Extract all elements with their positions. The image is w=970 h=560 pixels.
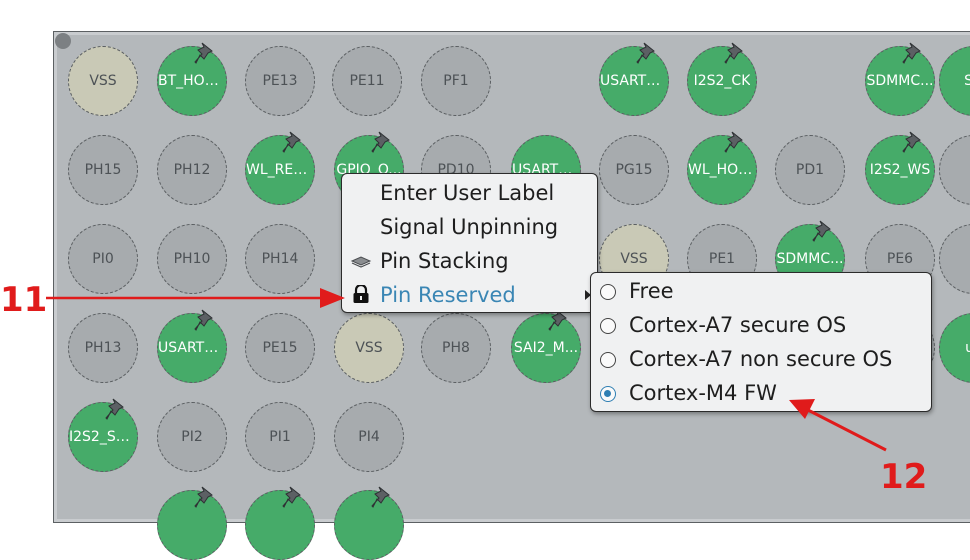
pin-label: PH15 xyxy=(84,162,122,178)
pin[interactable]: WL_REG... xyxy=(245,135,315,205)
lock-icon xyxy=(353,285,369,303)
pin-label: I2S2_SDO xyxy=(69,429,137,445)
pin[interactable]: PH12 xyxy=(157,135,227,205)
pin-label: PI0 xyxy=(92,251,114,267)
pin-label: SD xyxy=(964,73,970,89)
radio-button-selected[interactable] xyxy=(600,386,616,402)
menu-item-signal-unpinning[interactable]: Signal Unpinning xyxy=(342,210,597,244)
pin[interactable]: USART2... xyxy=(599,46,669,116)
pin-label: PI4 xyxy=(358,429,380,445)
option-label: Cortex-A7 non secure OS xyxy=(629,347,893,371)
radio-option-a7-secure[interactable]: Cortex-A7 secure OS xyxy=(591,309,931,343)
pin[interactable]: PH14 xyxy=(245,224,315,294)
stack-icon xyxy=(350,256,372,268)
pin-label: PF1 xyxy=(443,73,469,89)
pin[interactable]: I2S2_CK xyxy=(687,46,757,116)
pin-label: PE11 xyxy=(349,73,385,89)
pin[interactable]: PE13 xyxy=(245,46,315,116)
menu-item-label: Signal Unpinning xyxy=(380,215,559,239)
pin[interactable]: PG15 xyxy=(599,135,669,205)
pin[interactable]: I2S2_WS xyxy=(865,135,935,205)
pin-label: PH14 xyxy=(261,251,299,267)
pin[interactable]: WL_HOS... xyxy=(687,135,757,205)
option-label: Cortex-A7 secure OS xyxy=(629,313,847,337)
pin-label: PH13 xyxy=(84,340,122,356)
pin-label: WL_HOS... xyxy=(688,162,756,178)
option-label: Cortex-M4 FW xyxy=(629,381,777,405)
pin[interactable]: BT_HOS... xyxy=(157,46,227,116)
pin-label: USART2... xyxy=(600,73,668,89)
option-label: Free xyxy=(629,279,674,303)
pin[interactable]: PI2 xyxy=(157,402,227,472)
pin[interactable]: PF1 xyxy=(421,46,491,116)
board-corner-marker xyxy=(55,33,71,49)
menu-item-pin-stacking[interactable]: Pin Stacking xyxy=(342,244,597,278)
pin-label: PI2 xyxy=(181,429,203,445)
pin[interactable]: I2S2_SDO xyxy=(68,402,138,472)
radio-button[interactable] xyxy=(600,318,616,334)
pin-label: uS xyxy=(965,340,970,356)
pin[interactable] xyxy=(245,490,315,560)
annotation-marker-12: 12 xyxy=(880,457,928,497)
pin-label: VSS xyxy=(89,73,117,89)
pin[interactable] xyxy=(157,490,227,560)
pin-label: VSS xyxy=(355,340,383,356)
menu-item-pin-reserved[interactable]: Pin Reserved xyxy=(342,278,597,312)
pin-label: PH10 xyxy=(173,251,211,267)
radio-button[interactable] xyxy=(600,352,616,368)
pin-label: PI1 xyxy=(269,429,291,445)
pin-label: PE1 xyxy=(708,251,736,267)
pin-label: PH12 xyxy=(173,162,211,178)
pin-label: PE15 xyxy=(262,340,298,356)
pin-reserved-submenu: Free Cortex-A7 secure OS Cortex-A7 non s… xyxy=(590,272,932,412)
pin-label: BT_HOS... xyxy=(158,73,226,89)
pin[interactable]: PH15 xyxy=(68,135,138,205)
pin-label: USART2... xyxy=(158,340,226,356)
pin-label: PD1 xyxy=(795,162,825,178)
pin-label: SDMMC... xyxy=(776,251,844,267)
pin-context-menu: Enter User Label Signal Unpinning Pin St… xyxy=(341,173,598,313)
annotation-marker-11: 11 xyxy=(0,280,48,320)
pin[interactable]: PI4 xyxy=(334,402,404,472)
menu-item-label: Pin Stacking xyxy=(380,249,509,273)
radio-button[interactable] xyxy=(600,284,616,300)
pin-label: PG15 xyxy=(615,162,653,178)
radio-option-free[interactable]: Free xyxy=(591,275,931,309)
pin[interactable]: VSS xyxy=(334,313,404,383)
radio-option-m4-fw[interactable]: Cortex-M4 FW xyxy=(591,377,931,411)
pin[interactable]: USART2... xyxy=(157,313,227,383)
pin[interactable]: PH10 xyxy=(157,224,227,294)
pin-label: WL_REG... xyxy=(246,162,314,178)
menu-item-label: Enter User Label xyxy=(380,181,555,205)
pin[interactable]: SAI2_M... xyxy=(511,313,581,383)
pin[interactable] xyxy=(334,490,404,560)
pin[interactable]: VSS xyxy=(68,46,138,116)
pin-label: PH8 xyxy=(442,340,470,356)
pin-label: PE13 xyxy=(262,73,298,89)
pin-label: VSS xyxy=(620,251,648,267)
pin-label: SDMMC... xyxy=(866,73,934,89)
pin-label: I2S2_CK xyxy=(693,73,751,89)
menu-item-enter-user-label[interactable]: Enter User Label xyxy=(342,176,597,210)
pin[interactable]: SDMMC... xyxy=(865,46,935,116)
pin[interactable]: PD1 xyxy=(775,135,845,205)
pin[interactable]: PI0 xyxy=(68,224,138,294)
menu-item-label: Pin Reserved xyxy=(380,283,516,307)
pin[interactable]: PE11 xyxy=(332,46,402,116)
radio-option-a7-non-secure[interactable]: Cortex-A7 non secure OS xyxy=(591,343,931,377)
pin-label: PE6 xyxy=(886,251,914,267)
pin[interactable]: PE15 xyxy=(245,313,315,383)
pin-label: I2S2_WS xyxy=(869,162,931,178)
pin[interactable]: PH8 xyxy=(421,313,491,383)
pin-label: SAI2_M... xyxy=(513,340,579,356)
pin[interactable]: PH13 xyxy=(68,313,138,383)
pin[interactable]: PI1 xyxy=(245,402,315,472)
